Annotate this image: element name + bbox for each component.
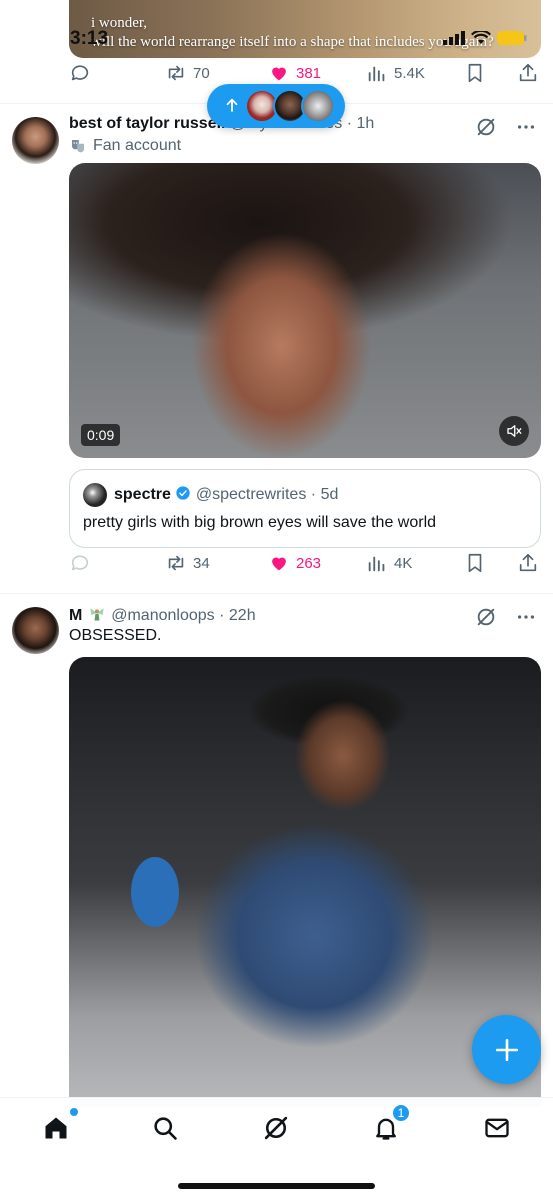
views-button[interactable]: 5.4K	[366, 62, 425, 84]
post-header-actions	[475, 606, 537, 628]
tab-notifications[interactable]: 1	[370, 1104, 410, 1144]
like-button[interactable]: 381	[268, 62, 321, 84]
compose-post-button[interactable]	[472, 1015, 541, 1084]
view-count: 5.4K	[394, 64, 425, 82]
retweet-count: 70	[193, 64, 210, 82]
cellular-signal-icon	[443, 31, 465, 45]
home-indicator	[178, 1183, 375, 1189]
speaker-muted-icon	[507, 425, 522, 437]
plus-icon	[495, 1038, 518, 1061]
reply-button[interactable]	[69, 62, 91, 84]
avatar[interactable]	[12, 117, 59, 164]
heart-filled-icon	[272, 557, 286, 571]
quoted-display-name: spectre	[114, 486, 171, 503]
quoted-timestamp: 5d	[320, 486, 339, 503]
grok-icon[interactable]	[475, 606, 497, 628]
verified-badge-icon	[176, 486, 191, 500]
video-player[interactable]: 0:09	[69, 163, 541, 458]
post-actions: 34 263 4K	[0, 552, 553, 582]
retweet-button[interactable]: 34	[165, 552, 210, 574]
more-options-icon[interactable]	[515, 606, 537, 628]
reply-button[interactable]	[69, 552, 91, 574]
retweet-count: 34	[193, 554, 210, 572]
share-button[interactable]	[517, 552, 539, 574]
share-icon	[519, 63, 537, 82]
unread-dot	[70, 1108, 78, 1116]
post-header: M @manonloops · 22h	[69, 607, 256, 624]
reply-icon	[71, 65, 89, 81]
handle[interactable]: @manonloops	[111, 607, 214, 624]
reply-icon	[71, 555, 89, 571]
mute-button[interactable]	[499, 416, 529, 446]
bottom-tab-bar: 1	[0, 1097, 553, 1200]
status-time: 3:13	[70, 28, 109, 49]
view-count: 4K	[394, 554, 413, 572]
status-bar: 3:13	[0, 28, 553, 54]
retweet-button[interactable]: 70	[165, 62, 210, 84]
battery-icon	[497, 31, 527, 45]
quoted-post[interactable]: spectre @spectrewrites · 5d pretty girls…	[69, 469, 541, 548]
tab-home[interactable]	[40, 1108, 78, 1144]
bookmark-button[interactable]	[464, 552, 486, 574]
account-label: Fan account	[69, 137, 181, 155]
like-count: 381	[296, 64, 322, 82]
quoted-text: pretty girls with big brown eyes will sa…	[83, 514, 437, 531]
retweet-icon	[168, 555, 184, 571]
new-post-avatar	[301, 89, 335, 123]
tab-search[interactable]	[149, 1112, 181, 1144]
heart-filled-icon	[272, 67, 286, 81]
like-count: 263	[296, 554, 322, 572]
tab-messages[interactable]	[481, 1112, 513, 1144]
arrow-up-icon	[226, 98, 238, 112]
grok-icon	[264, 1116, 288, 1140]
video-duration: 0:09	[81, 424, 121, 446]
case-logo	[131, 857, 179, 927]
retweet-icon	[168, 65, 184, 81]
display-name[interactable]: best of taylor russell	[69, 115, 226, 132]
timestamp[interactable]: 1h	[356, 115, 374, 132]
bookmark-icon	[468, 63, 482, 83]
quoted-header: spectre @spectrewrites · 5d	[114, 486, 339, 503]
more-options-icon[interactable]	[515, 116, 537, 138]
share-icon	[519, 553, 537, 572]
new-posts-pill[interactable]	[207, 84, 345, 128]
views-chart-icon	[368, 556, 385, 572]
post-image[interactable]	[69, 657, 541, 1107]
display-name[interactable]: M	[69, 607, 82, 624]
account-label-text: Fan account	[93, 137, 182, 154]
post-divider	[0, 593, 553, 594]
wifi-icon	[471, 31, 491, 44]
post-text: OBSESSED.	[69, 627, 162, 644]
views-button[interactable]: 4K	[366, 552, 412, 574]
bookmark-icon	[468, 553, 482, 573]
share-button[interactable]	[517, 62, 539, 84]
search-icon	[154, 1117, 177, 1140]
home-icon	[45, 1117, 67, 1139]
quoted-avatar	[83, 483, 107, 507]
notifications-badge: 1	[392, 1104, 410, 1122]
like-button[interactable]: 263	[268, 552, 321, 574]
views-chart-icon	[368, 66, 385, 82]
post-header-actions	[475, 116, 537, 138]
theater-masks-icon	[72, 140, 84, 153]
bookmark-button[interactable]	[464, 62, 486, 84]
envelope-icon	[485, 1118, 509, 1138]
timestamp[interactable]: 22h	[229, 607, 256, 624]
quoted-handle: @spectrewrites	[195, 486, 307, 503]
avatar[interactable]	[12, 607, 59, 654]
tab-grok[interactable]	[260, 1112, 292, 1144]
fairy-emoji-icon	[90, 608, 104, 621]
grok-icon[interactable]	[475, 116, 497, 138]
